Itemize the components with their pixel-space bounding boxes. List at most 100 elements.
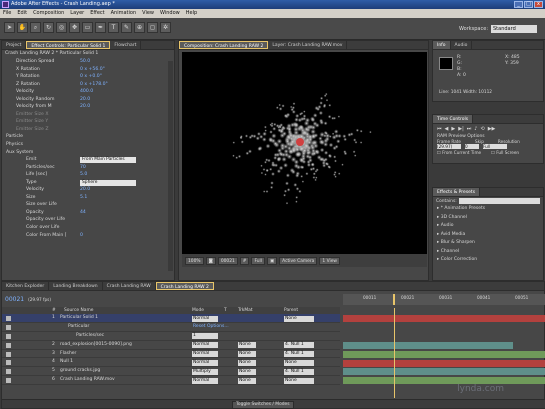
menu-window[interactable]: Window — [160, 9, 180, 18]
skip-field[interactable]: 0 — [465, 144, 479, 149]
menu-view[interactable]: View — [142, 9, 154, 18]
layer-mode-dropdown[interactable]: Normal — [192, 351, 218, 358]
composition-viewer[interactable]: 100% ◙ 00021 # Full ▣ Active Camera 1 Vi… — [182, 52, 427, 267]
layer-duration-bar[interactable] — [343, 368, 545, 376]
effect-property-row[interactable]: Emit From Main Particles — [2, 156, 174, 164]
layer-parent-dropdown[interactable]: 4. Null 1 — [284, 342, 314, 349]
ram-preview-icon[interactable]: ▶▶ — [488, 126, 496, 132]
layer-mode-dropdown[interactable]: Normal — [192, 377, 218, 384]
minimize-button[interactable]: _ — [514, 1, 523, 8]
layer-row[interactable]: 3 Flasher Normal None 4. Null 1 — [2, 350, 340, 359]
selection-tool-icon[interactable]: ➤ — [4, 22, 15, 33]
tab-audio[interactable]: Audio — [451, 41, 473, 49]
effects-category-item[interactable]: ▸ Avid Media — [437, 231, 543, 240]
effect-property-row[interactable]: Opacity over Life — [2, 216, 174, 224]
last-frame-icon[interactable]: ⏭ — [467, 126, 472, 132]
layer-row[interactable]: 2 road_explosion[0015-0090].png Normal None… — [2, 341, 340, 350]
tab-effects-presets[interactable]: Effects & Presets — [433, 188, 481, 196]
menu-animation[interactable]: Animation — [111, 9, 137, 18]
layer-name[interactable]: Particular Solid 1 — [60, 314, 98, 323]
layer-mode-dropdown[interactable]: Normal — [192, 315, 218, 322]
menu-layer[interactable]: Layer — [70, 9, 84, 18]
layer-name[interactable]: Crash Landing RAW.mov — [60, 376, 115, 385]
effect-property-row[interactable]: Type Sphere — [2, 179, 174, 187]
visibility-eye-icon[interactable] — [6, 360, 11, 366]
toggle-switches-modes-button[interactable]: Toggle Switches / Modes — [232, 401, 294, 409]
visibility-eye-icon[interactable] — [6, 324, 11, 330]
current-time-indicator[interactable] — [393, 294, 395, 305]
grid-icon[interactable]: # — [239, 256, 250, 265]
layer-name[interactable]: ground cracks.jpg — [60, 367, 100, 376]
layer-mode-dropdown[interactable]: Normal — [192, 342, 218, 349]
effect-property-row[interactable]: Particle — [2, 133, 174, 141]
effect-property-row[interactable]: Life [sec] 5.0 — [2, 171, 174, 179]
effect-property-row[interactable]: Color From Main [0 — [2, 232, 174, 240]
visibility-eye-icon[interactable] — [6, 342, 11, 348]
play-icon[interactable]: ▶ — [451, 126, 455, 132]
snapshot-icon[interactable]: ◙ — [205, 256, 216, 265]
roi-icon[interactable]: ▣ — [267, 256, 278, 265]
layer-parent-dropdown[interactable]: None — [284, 359, 314, 366]
layer-row[interactable]: 4 Null 1 Normal None None — [2, 358, 340, 368]
effect-property-row[interactable]: Velocity Random 20.0 — [2, 96, 174, 104]
tab-kitchen-exploder[interactable]: Kitchen Exploder — [2, 282, 50, 290]
effect-property-row[interactable]: Physics — [2, 141, 174, 149]
effect-property-row[interactable]: Color over Life — [2, 224, 174, 232]
menu-edit[interactable]: Edit — [17, 9, 27, 18]
close-button[interactable]: x — [534, 1, 543, 8]
effects-search-input[interactable] — [458, 198, 540, 204]
effect-property-value[interactable]: 0 — [80, 232, 83, 240]
zoom-tool-icon[interactable]: ⌕ — [30, 22, 41, 33]
effect-property-value[interactable]: 5.1 — [80, 194, 87, 202]
layer-row[interactable]: Particles/sec 1 — [2, 332, 340, 341]
full-screen-checkbox[interactable]: ☐ Full Screen — [491, 150, 519, 155]
layer-row[interactable]: Particular Reset Options... — [2, 323, 340, 332]
effects-category-item[interactable]: ▸ Blur & Sharpen — [437, 239, 543, 248]
effect-property-value[interactable]: 44 — [80, 209, 86, 217]
effect-property-value[interactable]: 0 x +0.0° — [80, 73, 102, 81]
layer-row[interactable]: 1 Particular Solid 1 Normal None — [2, 314, 340, 323]
rotate-tool-icon[interactable]: ↻ — [43, 22, 54, 33]
layer-duration-bar[interactable] — [343, 377, 545, 385]
effect-property-row[interactable]: Size 5.1 — [2, 194, 174, 202]
hand-tool-icon[interactable]: ✋ — [17, 22, 28, 33]
layer-name[interactable]: Particular — [68, 323, 89, 332]
layer-parent-dropdown[interactable]: None — [284, 377, 314, 384]
loop-icon[interactable]: ⟲ — [480, 126, 484, 132]
tab-project[interactable]: Project — [2, 41, 27, 49]
layer-trkmat-dropdown[interactable]: None — [238, 377, 256, 384]
layer-name[interactable]: road_explosion[0015-0090].png — [60, 341, 132, 350]
effect-property-row[interactable]: Direction Spread 50.0 — [2, 58, 174, 66]
effect-property-value[interactable]: 0 x +56.0° — [80, 66, 105, 74]
puppet-tool-icon[interactable]: ✲ — [160, 22, 171, 33]
view-layout-dropdown[interactable]: 1 View — [319, 256, 340, 265]
resolution-dropdown[interactable]: Full — [251, 256, 265, 265]
frame-rate-field[interactable]: (29.97) — [437, 144, 461, 149]
timeline-timecode[interactable]: 00021 — [2, 296, 24, 303]
tab-flowchart[interactable]: Flowchart — [110, 41, 142, 49]
tab-info[interactable]: Info — [433, 41, 451, 49]
layer-trkmat-dropdown[interactable]: None — [238, 342, 256, 349]
effect-property-row[interactable]: Opacity 44 — [2, 209, 174, 217]
effect-property-row[interactable]: Z Rotation 0 x +178.0° — [2, 81, 174, 89]
effects-category-item[interactable]: ▸ Audio — [437, 222, 543, 231]
tab-crash-landing-raw-2[interactable]: Crash Landing RAW 2 — [155, 282, 214, 290]
layer-mode-dropdown[interactable]: Normal — [192, 359, 218, 366]
effect-property-row[interactable]: Y Rotation 0 x +0.0° — [2, 73, 174, 81]
visibility-eye-icon[interactable] — [6, 378, 11, 384]
layer-parent-dropdown[interactable]: None — [284, 315, 314, 322]
visibility-eye-icon[interactable] — [6, 351, 11, 357]
menu-help[interactable]: Help — [186, 9, 197, 18]
layer-duration-bar[interactable] — [343, 315, 545, 322]
first-frame-icon[interactable]: ⏮ — [437, 126, 442, 132]
layer-mode-dropdown[interactable]: 1 — [192, 333, 218, 340]
layer-trkmat-dropdown[interactable]: None — [238, 351, 256, 358]
tab-layer[interactable]: Layer: Crash Landing RAW.mov — [268, 41, 348, 49]
effects-category-item[interactable]: ▸ Color Correction — [437, 256, 543, 265]
layer-row[interactable]: 5 ground cracks.jpg Multiply None 4. Null 1 — [2, 367, 340, 377]
effect-property-value[interactable]: 5.0 — [80, 171, 87, 179]
text-tool-icon[interactable]: T — [108, 22, 119, 33]
tab-effect-controls[interactable]: Effect Controls: Particular Solid 1 — [26, 41, 111, 49]
effect-property-value[interactable]: 400.0 — [80, 88, 93, 96]
camera-view-dropdown[interactable]: Active Camera — [279, 256, 318, 265]
